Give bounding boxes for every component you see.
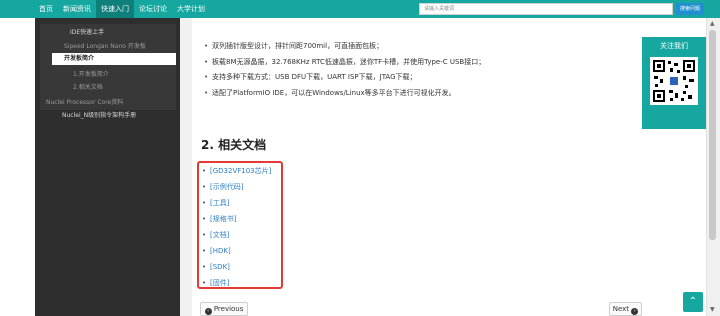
link-datasheet[interactable]: [规格书] [210, 215, 236, 223]
follow-us-widget: 关注我们 [642, 37, 706, 129]
left-gutter [0, 18, 35, 316]
link-hdk[interactable]: [HDK] [210, 247, 231, 255]
follow-us-title: 关注我们 [660, 42, 688, 50]
qr-code-icon [650, 57, 698, 105]
main-nav: 首页 新闻资讯 快速入门 论坛讨论 大学计划 [34, 0, 210, 18]
arrow-right-icon: › [631, 308, 639, 315]
link-chip[interactable]: [GD32VF103芯片] [210, 167, 271, 175]
list-item: 支持多种下载方式：USB DFU下载，UART ISP下载，JTAG下载； [202, 71, 632, 87]
scroll-up-icon[interactable]: ▲ [710, 20, 715, 27]
nav-item-quickstart[interactable]: 快速入门 [96, 0, 134, 18]
sidebar-item-board-intro-sub[interactable]: 1.开发板简介 [73, 69, 109, 78]
list-item: [HDK] [200, 245, 271, 261]
list-item: [文档] [200, 229, 271, 245]
sidebar-item-isa-manual[interactable]: Nuclei_N级别指令架构手册 [62, 110, 136, 119]
next-label: Next [612, 305, 630, 313]
search-button[interactable]: 搜索问题 [676, 3, 704, 15]
link-sdk[interactable]: [SDK] [210, 263, 230, 271]
nav-item-university[interactable]: 大学计划 [172, 0, 210, 18]
document-links: [GD32VF103芯片] [示例代码] [工具] [规格书] [文档] [HD… [200, 165, 271, 293]
link-tools[interactable]: [工具] [210, 199, 229, 207]
search-input[interactable] [419, 3, 673, 15]
nav-item-news[interactable]: 新闻资讯 [58, 0, 96, 18]
chevron-up-icon: ⌃ [688, 296, 698, 307]
previous-label: Previous [213, 305, 244, 313]
back-to-top-button[interactable]: ⌃ [683, 292, 703, 312]
previous-button[interactable]: ‹ Previous [200, 302, 248, 316]
link-example-code[interactable]: [示例代码] [210, 183, 243, 191]
link-docs[interactable]: [文档] [210, 231, 229, 239]
section-heading: 2. 相关文档 [201, 138, 267, 152]
scroll-down-icon[interactable]: ▼ [710, 306, 715, 313]
feature-list: 双列插针版型设计，排针间距700mil，可直插面包板； 板载8M无源晶振，32.… [202, 40, 632, 102]
sidebar-item-related-docs[interactable]: 2.相关文档 [73, 82, 103, 91]
list-item: 双列插针版型设计，排针间距700mil，可直插面包板； [202, 40, 632, 56]
arrow-left-icon: ‹ [204, 308, 212, 315]
scrollbar-thumb[interactable] [709, 30, 716, 240]
sidebar-item-processor-core[interactable]: Nuclei Processor Core资料 [46, 97, 123, 106]
list-item: [工具] [200, 197, 271, 213]
list-item: [GD32VF103芯片] [200, 165, 271, 181]
next-button[interactable]: Next › [609, 302, 642, 316]
list-item: 适配了PlatformIO IDE，可以在Windows/Linux等多平台下进… [202, 87, 632, 103]
list-item: [SDK] [200, 261, 271, 277]
nav-item-home[interactable]: 首页 [34, 0, 58, 18]
sidebar-item-board-intro[interactable]: 开发板简介 [52, 53, 176, 65]
sidebar-item-ide[interactable]: IDE快速上手 [70, 27, 104, 36]
sidebar-item-longan-nano[interactable]: Sipeed Longan Nano 开发板 [64, 41, 146, 50]
content-left-separator [180, 18, 192, 316]
list-item: 板载8M无源晶振，32.768KHz RTC低速晶振，迷你TF卡槽，并使用Typ… [202, 56, 632, 72]
nav-item-forum[interactable]: 论坛讨论 [134, 0, 172, 18]
list-item: [固件] [200, 277, 271, 293]
list-item: [示例代码] [200, 181, 271, 197]
link-firmware[interactable]: [固件] [210, 279, 229, 287]
brand-logo-icon [669, 76, 679, 86]
list-item: [规格书] [200, 213, 271, 229]
